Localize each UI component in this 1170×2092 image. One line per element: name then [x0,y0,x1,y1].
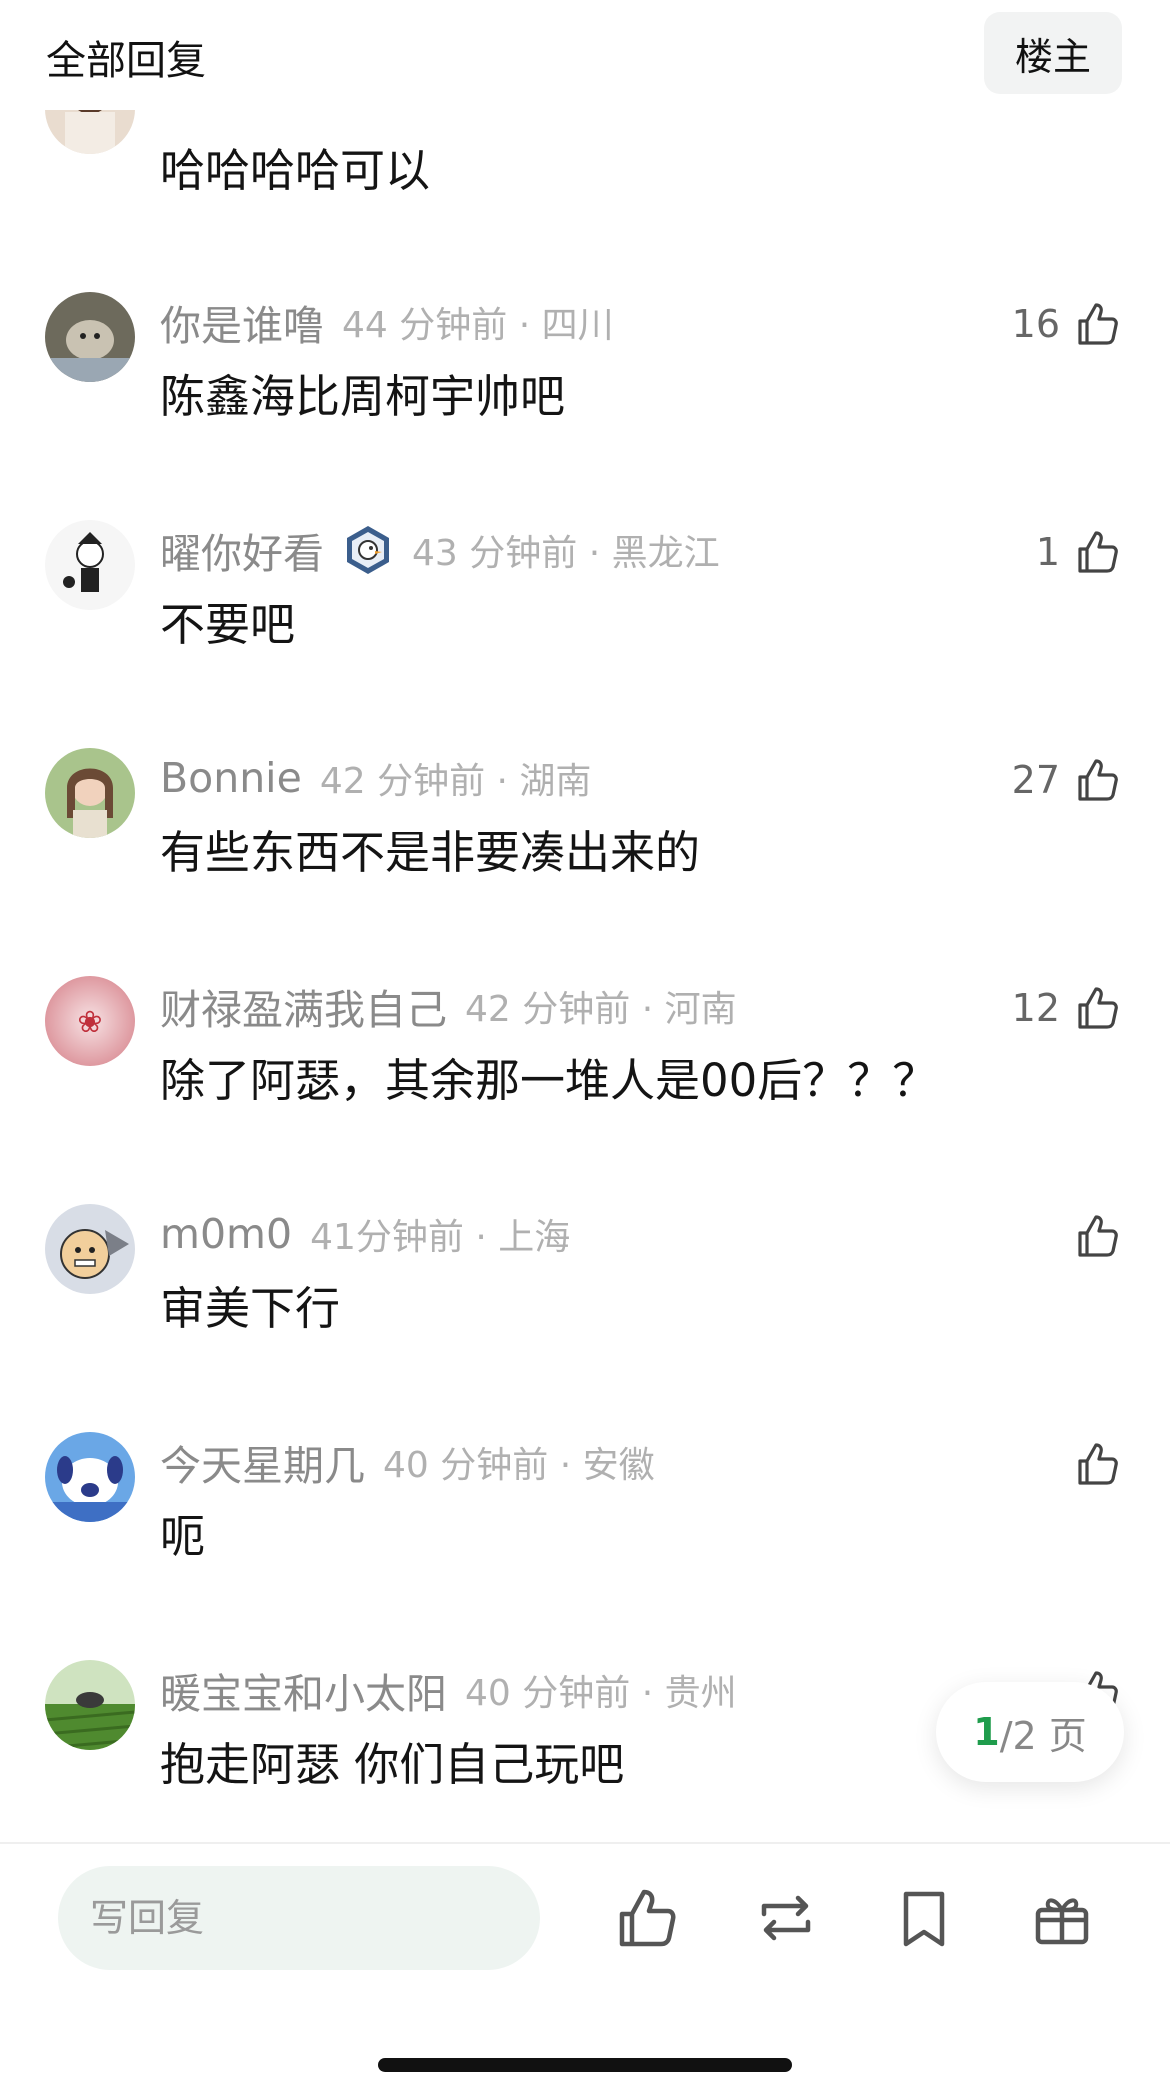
comment-content: 哈哈哈哈可以 [160,144,431,197]
avatar[interactable] [45,1204,135,1294]
comment-content[interactable]: 呃 [160,1500,205,1565]
comments-page: 哈哈哈哈可以 你是谁噜 44 分钟前 · 四川 陈鑫海比周柯宇帅吧 16 曜你好… [0,0,1170,2092]
page-indicator[interactable]: 1/2 页 [936,1682,1124,1782]
like-button[interactable]: 27 [1012,752,1122,808]
username[interactable]: 暖宝宝和小太阳 [160,1660,447,1720]
comment-content[interactable]: 不要吧 [160,588,295,653]
header: 全部回复 楼主 [0,0,1170,110]
time-location: 44 分钟前 · 四川 [342,305,614,346]
avatar[interactable]: ❀ [45,976,135,1066]
thumbs-up-icon [1072,527,1122,577]
time-location: 41分钟前 · 上海 [310,1217,571,1258]
avatar[interactable] [45,1660,135,1750]
comment-item: ❀ 财禄盈满我自己 42 分钟前 · 河南 除了阿瑟，其余那一堆人是00后？？？… [0,976,1170,1204]
bookmark-icon [903,1891,945,1947]
total-pages: /2 页 [999,1713,1087,1758]
avatar[interactable] [45,748,135,838]
reply-input[interactable] [58,1866,540,1970]
avatar[interactable] [45,520,135,610]
page-title: 全部回复 [46,38,206,84]
comment-content[interactable]: 有些东西不是非要凑出来的 [160,816,700,881]
comment-meta: 曜你好看 43 分钟前 · 黑龙江 [160,520,720,580]
like-button[interactable]: 12 [1012,980,1122,1036]
like-count: 12 [1011,986,1060,1030]
user-badge-icon [347,526,389,574]
time-location: 42 分钟前 · 河南 [465,989,737,1030]
gift-icon [1035,1898,1089,1945]
comment-meta: Bonnie 42 分钟前 · 湖南 [160,748,591,808]
owner-filter-button[interactable]: 楼主 [984,12,1122,94]
username[interactable]: Bonnie [160,754,302,802]
time-location: 42 分钟前 · 湖南 [319,761,592,802]
comment-meta: 暖宝宝和小太阳 40 分钟前 · 贵州 [160,1660,737,1720]
comment-meta: 今天星期几 40 分钟前 · 安徽 [160,1432,655,1492]
like-count: 1 [1035,530,1060,574]
time-location: 40 分钟前 · 贵州 [465,1673,737,1714]
comment-item: 曜你好看 43 分钟前 · 黑龙江 不要吧 1 [0,520,1170,748]
like-button[interactable]: 16 [1012,296,1122,352]
comment-meta: 财禄盈满我自己 42 分钟前 · 河南 [160,976,737,1036]
comment-item: Bonnie 42 分钟前 · 湖南 有些东西不是非要凑出来的 27 [0,748,1170,976]
comment-content[interactable]: 除了阿瑟，其余那一堆人是00后？？？ [160,1044,937,1109]
thumbs-up-icon [1072,983,1122,1033]
comment-content[interactable]: 审美下行 [160,1272,340,1337]
repost-button[interactable] [750,1882,822,1954]
thumbs-up-icon [1072,299,1122,349]
thumbs-up-icon [1072,1211,1122,1261]
comment-content[interactable]: 陈鑫海比周柯宇帅吧 [160,360,565,425]
gift-button[interactable] [1026,1882,1098,1954]
comment-content[interactable]: 抱走阿瑟 你们自己玩吧 [160,1728,624,1793]
comment-meta: 你是谁噜 44 分钟前 · 四川 [160,292,614,352]
thumbs-up-icon [619,1889,676,1947]
home-indicator[interactable] [378,2058,792,2072]
username[interactable]: 你是谁噜 [160,292,324,352]
time-location: 40 分钟前 · 安徽 [383,1445,655,1486]
like-count: 16 [1011,302,1060,346]
time-location: 43 分钟前 · 黑龙江 [412,533,720,574]
bottom-action-bar [0,1842,1170,2092]
username[interactable]: 财禄盈满我自己 [160,976,447,1036]
username[interactable]: m0m0 [160,1210,292,1258]
like-button[interactable] [1060,1436,1122,1492]
thumbs-up-icon [1072,755,1122,805]
like-count: 27 [1011,758,1060,802]
comment-meta: m0m0 41分钟前 · 上海 [160,1204,570,1264]
like-button[interactable] [1060,1208,1122,1264]
username[interactable]: 曜你好看 [160,520,324,580]
avatar[interactable] [45,292,135,382]
svg-text:❀: ❀ [77,1005,102,1040]
like-post-button[interactable] [610,1882,682,1954]
current-page: 1 [973,1710,1000,1754]
comment-item: 今天星期几 40 分钟前 · 安徽 呃 [0,1432,1170,1660]
username[interactable]: 今天星期几 [160,1432,365,1492]
bookmark-button[interactable] [888,1882,960,1954]
avatar[interactable] [45,1432,135,1522]
repost-icon [761,1895,811,1941]
like-button[interactable]: 1 [1036,524,1122,580]
comment-item: m0m0 41分钟前 · 上海 审美下行 [0,1204,1170,1432]
thumbs-up-icon [1072,1439,1122,1489]
comment-item: 你是谁噜 44 分钟前 · 四川 陈鑫海比周柯宇帅吧 16 [0,292,1170,520]
